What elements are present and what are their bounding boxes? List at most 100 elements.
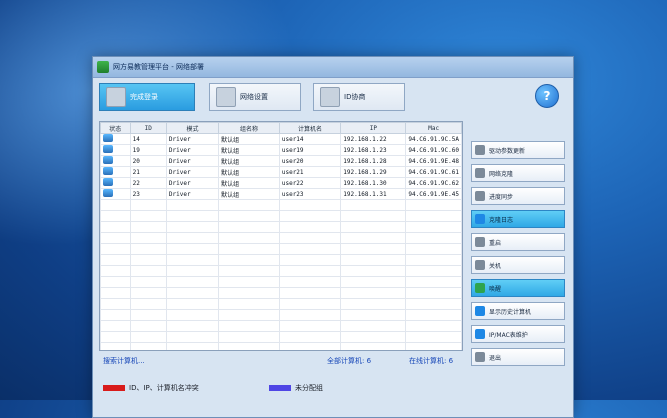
clone-log-button[interactable]: 克隆日志	[471, 210, 565, 228]
empty-row	[100, 232, 462, 244]
empty-row	[100, 276, 462, 288]
cell-mac: 94.C6.91.9E.45	[405, 188, 462, 200]
network-icon	[216, 87, 236, 107]
window-title: 网方易教管理平台 - 网络部署	[113, 63, 204, 71]
table-row[interactable]: 23 Driver 默认组 user23 192.168.1.31 94.C6.…	[100, 188, 462, 200]
cell-computer-name: user21	[278, 166, 342, 178]
cell-group: 默认组	[218, 155, 280, 167]
id-negotiation-button[interactable]: ID协商	[313, 83, 405, 111]
cell-ip: 192.168.1.22	[340, 133, 407, 145]
empty-row	[100, 309, 462, 321]
all-computers-count: 全部计算机: 6	[327, 357, 372, 365]
table-row[interactable]: 20 Driver 默认组 user20 192.168.1.28 94.C6.…	[100, 155, 462, 167]
progress-sync-label: 进度同步	[489, 193, 514, 201]
cell-group: 默认组	[218, 133, 280, 145]
driver-parameter-update-label: 驱动参数更新	[489, 147, 526, 155]
cell-id: 20	[129, 155, 167, 167]
table-row[interactable]: 21 Driver 默认组 user21 192.168.1.29 94.C6.…	[100, 166, 462, 178]
table-row[interactable]: 22 Driver 默认组 user22 192.168.1.30 94.C6.…	[100, 177, 462, 189]
computer-status-icon	[103, 156, 113, 164]
col-ip[interactable]: IP	[340, 122, 407, 134]
show-history-computers-label: 显示历史计算机	[489, 308, 532, 316]
empty-row	[100, 331, 462, 343]
col-mac[interactable]: Mac	[405, 122, 462, 134]
toolbar: 完成登录 网络设置 ID协商 ?	[99, 81, 567, 113]
cell-mac: 94.C6.91.9C.60	[405, 144, 462, 156]
wake-label: 唤醒	[489, 285, 502, 293]
col-group[interactable]: 组名称	[218, 122, 280, 134]
cell-computer-name: user22	[278, 177, 342, 189]
empty-row	[100, 287, 462, 299]
col-mode[interactable]: 模式	[165, 122, 220, 134]
cell-status	[100, 155, 131, 167]
titlebar: 网方易教管理平台 - 网络部署	[93, 57, 573, 78]
col-id[interactable]: ID	[129, 122, 167, 134]
legend-conflict-swatch	[103, 385, 125, 391]
col-computer-name[interactable]: 计算机名	[278, 122, 342, 134]
wake-button[interactable]: 唤醒	[471, 279, 565, 297]
progress-sync-button[interactable]: 进度同步	[471, 187, 565, 205]
cell-computer-name: user20	[278, 155, 342, 167]
side-actions: 驱动参数更新 网络克隆 进度同步 克隆日志 重启 关机 唤醒 显示历史计算机 I…	[471, 141, 565, 371]
sync-icon	[475, 191, 485, 201]
cell-ip: 192.168.1.31	[340, 188, 407, 200]
search-computers-link[interactable]: 搜索计算机...	[103, 356, 145, 366]
network-clone-label: 网络克隆	[489, 170, 514, 178]
empty-row	[100, 320, 462, 332]
finish-login-button[interactable]: 完成登录	[99, 83, 195, 111]
cell-mac: 94.C6.91.9C.61	[405, 166, 462, 178]
table-icon	[475, 329, 485, 339]
gear-icon	[475, 145, 485, 155]
help-button[interactable]: ?	[535, 84, 559, 108]
network-clone-button[interactable]: 网络克隆	[471, 164, 565, 182]
cell-status	[100, 144, 131, 156]
computer-status-icon	[103, 178, 113, 186]
computer-status-icon	[103, 189, 113, 197]
clone-log-label: 克隆日志	[489, 216, 514, 224]
id-negotiation-label: ID协商	[344, 93, 366, 101]
wake-icon	[475, 283, 485, 293]
cell-id: 23	[129, 188, 167, 200]
driver-parameter-update-button[interactable]: 驱动参数更新	[471, 141, 565, 159]
computer-status-icon	[103, 145, 113, 153]
cell-mode: Driver	[165, 166, 220, 178]
cell-mode: Driver	[165, 188, 220, 200]
cell-computer-name: user14	[278, 133, 342, 145]
computer-status-icon	[103, 134, 113, 142]
cell-id: 22	[129, 177, 167, 189]
cell-status	[100, 166, 131, 178]
online-computers-count: 在线计算机: 6	[409, 357, 454, 365]
table-header-row: 状态 ID 模式 组名称 计算机名 IP Mac	[100, 122, 462, 134]
cell-status	[100, 188, 131, 200]
restart-button[interactable]: 重启	[471, 233, 565, 251]
cell-ip: 192.168.1.29	[340, 166, 407, 178]
ip-mac-table-maintenance-button[interactable]: IP/MAC表维护	[471, 325, 565, 343]
shutdown-button[interactable]: 关机	[471, 256, 565, 274]
table-row[interactable]: 19 Driver 默认组 user19 192.168.1.23 94.C6.…	[100, 144, 462, 156]
show-history-computers-button[interactable]: 显示历史计算机	[471, 302, 565, 320]
table-row[interactable]: 14 Driver 默认组 user14 192.168.1.22 94.C6.…	[100, 133, 462, 145]
cell-status	[100, 177, 131, 189]
cell-id: 14	[129, 133, 167, 145]
empty-row	[100, 243, 462, 255]
col-status[interactable]: 状态	[100, 122, 131, 134]
power-icon	[475, 260, 485, 270]
legend-unassigned-swatch	[269, 385, 291, 391]
empty-row	[100, 221, 462, 233]
empty-row	[100, 265, 462, 277]
network-settings-label: 网络设置	[240, 93, 268, 101]
network-settings-button[interactable]: 网络设置	[209, 83, 301, 111]
legend: ID、IP、计算机名冲突 未分配组	[99, 375, 569, 409]
computer-table-grid: 状态 ID 模式 组名称 计算机名 IP Mac 14 Driver 默认组 u…	[100, 122, 462, 350]
history-icon	[475, 306, 485, 316]
cell-computer-name: user19	[278, 144, 342, 156]
restart-icon	[475, 237, 485, 247]
cell-mode: Driver	[165, 144, 220, 156]
cell-id: 19	[129, 144, 167, 156]
cell-mac: 94.C6.91.9C.62	[405, 177, 462, 189]
finish-login-label: 完成登录	[130, 93, 158, 101]
cell-mode: Driver	[165, 155, 220, 167]
log-icon	[475, 214, 485, 224]
computer-table: 状态 ID 模式 组名称 计算机名 IP Mac 14 Driver 默认组 u…	[99, 121, 463, 351]
empty-row	[100, 210, 462, 222]
